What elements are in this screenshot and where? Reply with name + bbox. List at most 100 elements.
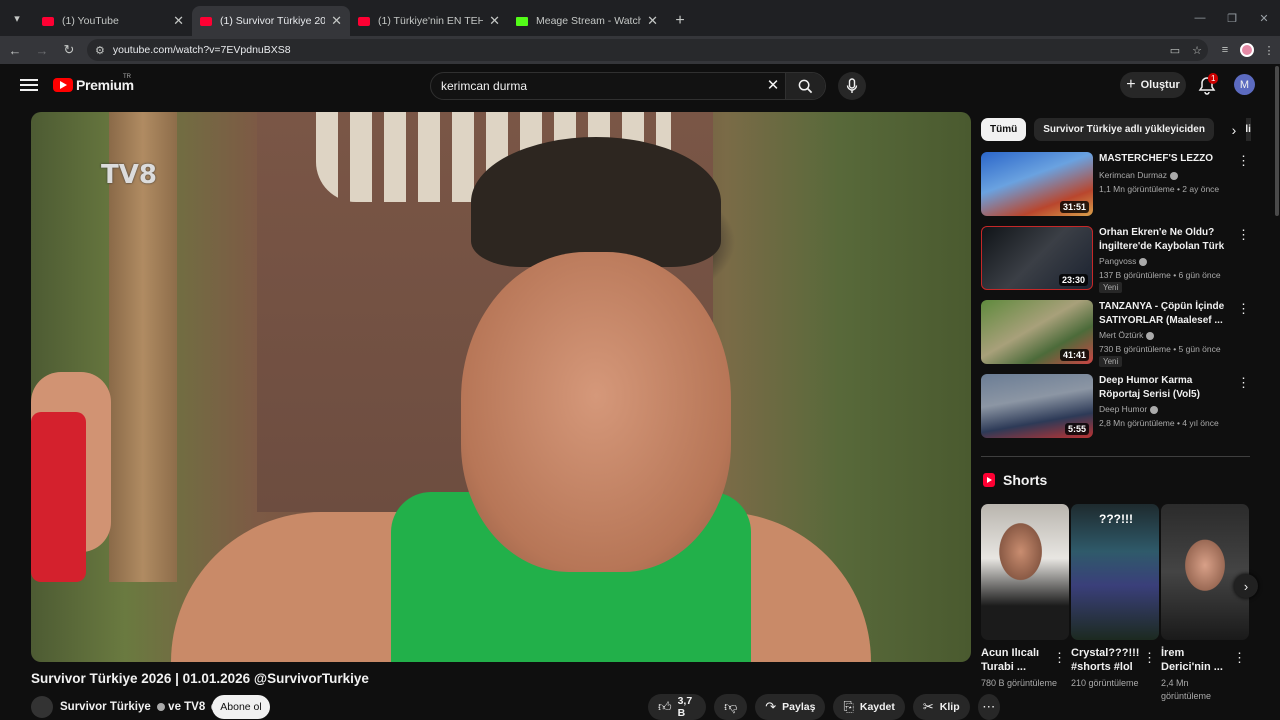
short-thumbnail[interactable] xyxy=(981,504,1069,640)
thumbs-up-icon: 👍︎ xyxy=(658,699,672,714)
video-thumbnail[interactable]: 23:30 xyxy=(981,226,1093,290)
chevron-right-icon[interactable]: › xyxy=(1234,574,1258,598)
create-button[interactable]: + Oluştur xyxy=(1120,72,1186,98)
search-box: kerimcan durma ✕ xyxy=(430,72,826,100)
browser-tab[interactable]: (1) YouTube ✕ xyxy=(34,6,192,36)
more-vert-icon[interactable]: ⋮ xyxy=(1237,154,1250,168)
youtube-icon xyxy=(42,16,54,26)
more-vert-icon[interactable]: ⋮ xyxy=(1237,228,1250,242)
search-input[interactable]: kerimcan durma xyxy=(431,73,761,99)
divider xyxy=(981,456,1250,457)
reload-icon[interactable]: ↻ xyxy=(57,38,81,62)
site-info-icon[interactable]: ⚙ xyxy=(95,44,105,57)
clear-search-icon[interactable]: ✕ xyxy=(761,73,785,99)
url-field[interactable]: ⚙ youtube.com/watch?v=7EVpdnuBXS8 ▭ ☆ xyxy=(87,39,1208,61)
tab-label: (1) Türkiye'nin EN TEHLİKELİ Ro xyxy=(378,15,484,27)
maximize-icon[interactable]: ❐ xyxy=(1216,0,1248,36)
more-vert-icon[interactable]: ⋮ xyxy=(1237,376,1250,390)
short-item[interactable]: İrem Derici'nin ... 2,4 Mn görüntüleme ⋮ xyxy=(1161,504,1249,703)
forward-icon[interactable]: → xyxy=(30,38,54,62)
browser-profile-icon[interactable] xyxy=(1240,43,1254,57)
channel-name[interactable]: Survivor Türkiye ve TV8 xyxy=(60,701,220,713)
tab-label: (1) Survivor Türkiye 2026 | 01.0 xyxy=(220,15,326,27)
verified-icon xyxy=(1150,405,1159,414)
channel-watermark: TV8 xyxy=(101,160,157,190)
chip-all[interactable]: Tümü xyxy=(981,118,1027,141)
scrollbar[interactable] xyxy=(1275,66,1279,216)
dislike-button[interactable]: 👎︎ xyxy=(714,694,748,720)
save-label: Kaydet xyxy=(859,701,895,713)
avatar[interactable]: M xyxy=(1234,74,1255,95)
search-button[interactable] xyxy=(785,73,825,99)
minimize-icon[interactable]: — xyxy=(1184,0,1216,36)
more-vert-icon[interactable]: ⋮ xyxy=(1053,650,1066,666)
new-badge: Yeni xyxy=(1099,356,1123,367)
short-title: İrem Derici'nin ... xyxy=(1161,647,1223,673)
plus-icon: + xyxy=(1126,76,1136,93)
close-icon[interactable]: ✕ xyxy=(331,13,342,29)
rec-title: Deep Humor Karma Röportaj Serisi (Vol5) xyxy=(1099,375,1200,400)
youtube-logo[interactable]: Premium TR xyxy=(53,74,134,93)
scissors-icon: ✂ xyxy=(922,699,934,714)
more-actions-button[interactable]: ⋯ xyxy=(977,694,1000,720)
list-item[interactable]: 31:51 MASTERCHEF'S LEZZO Kerimcan Durmaz… xyxy=(981,152,1251,220)
short-views: 2,4 Mn görüntüleme xyxy=(1161,678,1212,701)
rec-meta: 1,1 Mn görüntüleme • 2 ay önce xyxy=(1099,184,1220,194)
short-overlay-text: ???!!! xyxy=(1099,512,1133,526)
rec-channel: Deep Humor xyxy=(1099,402,1159,416)
more-vert-icon[interactable]: ⋮ xyxy=(1233,650,1246,666)
browser-menu-icon[interactable]: ⋮ xyxy=(1258,39,1280,61)
youtube-play-icon xyxy=(53,78,73,92)
list-item[interactable]: 41:41 TANZANYA - Çöpün İçinde SATIYORLAR… xyxy=(981,300,1251,368)
bookmark-icon: ⎘ xyxy=(843,699,854,714)
close-icon[interactable]: ✕ xyxy=(489,13,500,29)
subscribe-button[interactable]: Abone ol xyxy=(212,695,270,719)
search-icon xyxy=(798,79,813,93)
rec-title: TANZANYA - Çöpün İçinde SATIYORLAR (Maal… xyxy=(1099,301,1225,326)
tab-search-icon[interactable]: ▾ xyxy=(0,0,34,36)
back-icon[interactable]: ← xyxy=(3,38,27,62)
save-button[interactable]: ⎘ Kaydet xyxy=(833,694,905,720)
short-thumbnail[interactable] xyxy=(1161,504,1249,640)
new-tab-button[interactable]: + xyxy=(666,6,694,36)
share-button[interactable]: ↷ Paylaş xyxy=(755,694,826,720)
menu-icon[interactable] xyxy=(20,76,38,94)
more-vert-icon[interactable]: ⋮ xyxy=(1143,650,1156,666)
window-close-icon[interactable]: ✕ xyxy=(1248,0,1280,36)
cast-icon[interactable]: ▭ xyxy=(1164,39,1186,61)
short-item[interactable]: Acun Ilıcalı Turabi ... 780 B görüntülem… xyxy=(981,504,1069,690)
bookmark-star-icon[interactable]: ☆ xyxy=(1186,39,1208,61)
close-icon[interactable]: ✕ xyxy=(173,13,184,29)
browser-tab-active[interactable]: (1) Survivor Türkiye 2026 | 01.0 ✕ xyxy=(192,6,350,36)
like-button[interactable]: 👍︎ 3,7 B xyxy=(648,694,707,720)
chip-from-uploader[interactable]: Survivor Türkiye adlı yükleyiciden xyxy=(1034,118,1214,141)
browser-tab[interactable]: Meage Stream - Watch Live on ✕ xyxy=(508,6,666,36)
rec-channel-name: Pangvoss xyxy=(1099,256,1137,266)
rec-meta: 730 B görüntüleme • 5 gün önce xyxy=(1099,344,1221,354)
browser-tab[interactable]: (1) Türkiye'nin EN TEHLİKELİ Ro ✕ xyxy=(350,6,508,36)
channel-avatar[interactable] xyxy=(31,696,53,718)
more-vert-icon[interactable]: ⋮ xyxy=(1237,302,1250,316)
video-thumbnail[interactable]: 31:51 xyxy=(981,152,1093,216)
short-views: 780 B görüntüleme xyxy=(981,678,1058,688)
rec-channel-name: Mert Öztürk xyxy=(1099,330,1144,340)
chevron-right-icon[interactable]: › xyxy=(1222,118,1246,142)
youtube-header: Premium TR kerimcan durma ✕ + Oluştur 1 … xyxy=(0,64,1280,106)
short-thumbnail[interactable]: ???!!! xyxy=(1071,504,1159,640)
verified-icon xyxy=(156,702,165,711)
extensions-icon[interactable]: ≡ xyxy=(1214,39,1236,61)
list-item[interactable]: 5:55 Deep Humor Karma Röportaj Serisi (V… xyxy=(981,374,1251,442)
video-player[interactable]: TV8 xyxy=(31,112,971,662)
list-item[interactable]: 23:30 Orhan Ekren'e Ne Oldu? İngiltere'd… xyxy=(981,226,1251,294)
video-thumbnail[interactable]: 41:41 xyxy=(981,300,1093,364)
new-badge: Yeni xyxy=(1099,282,1123,293)
video-frame-hair xyxy=(471,137,721,267)
close-icon[interactable]: ✕ xyxy=(647,13,658,29)
url-text: youtube.com/watch?v=7EVpdnuBXS8 xyxy=(112,44,291,56)
duration-badge: 23:30 xyxy=(1058,274,1088,286)
voice-search-button[interactable] xyxy=(838,72,866,100)
clip-button[interactable]: ✂ Klip xyxy=(912,694,970,720)
logo-region: TR xyxy=(123,74,131,80)
short-item[interactable]: ???!!! Crystal???!!! #shorts #lol 210 gö… xyxy=(1071,504,1159,690)
video-thumbnail[interactable]: 5:55 xyxy=(981,374,1093,438)
